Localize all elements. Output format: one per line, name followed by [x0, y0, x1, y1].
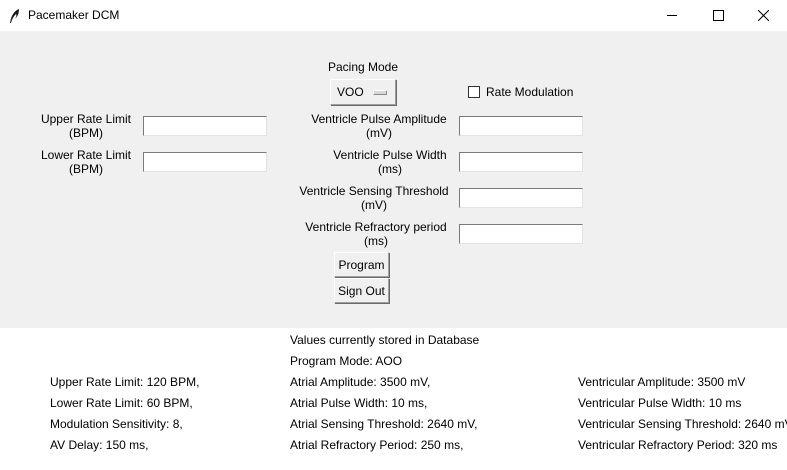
stored-left-item: Upper Rate Limit: 120 BPM,	[50, 375, 200, 389]
ventricle-sensing-label-line2: (mV)	[361, 198, 387, 212]
program-button[interactable]: Program	[334, 252, 389, 277]
lower-rate-input[interactable]	[143, 152, 267, 172]
program-mode-text: Program Mode: AOO	[290, 354, 403, 368]
ventricle-sensing-label-line1: Ventricle Sensing Threshold	[299, 184, 449, 198]
ventricle-refractory-label-line1: Ventricle Refractory period	[305, 220, 447, 234]
ventricle-sensing-label: Ventricle Sensing Threshold (mV)	[294, 184, 454, 212]
pacing-mode-value: VOO	[337, 85, 364, 99]
ventricle-amplitude-input[interactable]	[459, 116, 583, 136]
ventricle-amplitude-label: Ventricle Pulse Amplitude (mV)	[298, 112, 460, 140]
rate-modulation-checkbox[interactable]	[468, 86, 480, 98]
ventricle-refractory-label-line2: (ms)	[364, 234, 388, 248]
stored-left-item: AV Delay: 150 ms,	[50, 438, 149, 452]
ventricle-width-label-line1: Ventricle Pulse Width	[333, 148, 447, 162]
window-title: Pacemaker DCM	[28, 8, 120, 22]
ventricle-refractory-input[interactable]	[459, 224, 583, 244]
pacing-mode-dropdown[interactable]: VOO	[330, 79, 396, 105]
ventricle-width-input[interactable]	[459, 152, 583, 172]
ventricle-sensing-input[interactable]	[459, 188, 583, 208]
stored-middle-item: Atrial Sensing Threshold: 2640 mV,	[290, 417, 478, 431]
stored-left-item: Modulation Sensitivity: 8,	[50, 417, 183, 431]
lower-rate-label-line1: Lower Rate Limit	[40, 148, 132, 162]
settings-form: Pacing Mode VOO Rate Modulation Upper Ra…	[0, 31, 787, 328]
stored-right-item: Ventricular Amplitude: 3500 mV	[578, 375, 746, 389]
pacing-mode-label: Pacing Mode	[327, 60, 399, 74]
stored-left-item: Lower Rate Limit: 60 BPM,	[50, 396, 193, 410]
dropdown-indicator-icon	[373, 90, 387, 95]
maximize-icon	[713, 10, 724, 21]
lower-rate-label: Lower Rate Limit (BPM)	[36, 148, 136, 176]
upper-rate-label: Upper Rate Limit (BPM)	[36, 112, 136, 140]
minimize-icon	[667, 15, 677, 16]
ventricle-amplitude-label-line1: Ventricle Pulse Amplitude	[311, 112, 447, 126]
maximize-button[interactable]	[696, 0, 742, 31]
sign-out-button[interactable]: Sign Out	[334, 278, 389, 303]
upper-rate-label-line2: (BPM)	[69, 126, 103, 140]
stored-right-item: Ventricular Pulse Width: 10 ms	[578, 396, 742, 410]
minimize-button[interactable]	[650, 0, 696, 31]
ventricle-width-label-line2: (ms)	[378, 162, 402, 176]
stored-right-item: Ventricular Sensing Threshold: 2640 mV	[578, 417, 787, 431]
stored-middle-item: Atrial Pulse Width: 10 ms,	[290, 396, 428, 410]
ventricle-width-label: Ventricle Pulse Width (ms)	[320, 148, 460, 176]
upper-rate-label-line1: Upper Rate Limit	[40, 112, 132, 126]
close-button[interactable]	[741, 0, 787, 31]
stored-values-heading: Values currently stored in Database	[290, 333, 480, 347]
feather-icon	[8, 8, 22, 24]
title-bar: Pacemaker DCM	[0, 0, 787, 31]
lower-rate-label-line2: (BPM)	[69, 162, 103, 176]
stored-middle-item: Atrial Amplitude: 3500 mV,	[290, 375, 431, 389]
ventricle-refractory-label: Ventricle Refractory period (ms)	[298, 220, 454, 248]
stored-right-item: Ventricular Refractory Period: 320 ms	[578, 438, 778, 452]
upper-rate-input[interactable]	[143, 116, 267, 136]
stored-middle-item: Atrial Refractory Period: 250 ms,	[290, 438, 464, 452]
rate-modulation-label: Rate Modulation	[486, 85, 574, 99]
ventricle-amplitude-label-line2: (mV)	[366, 126, 392, 140]
close-icon	[758, 10, 769, 21]
